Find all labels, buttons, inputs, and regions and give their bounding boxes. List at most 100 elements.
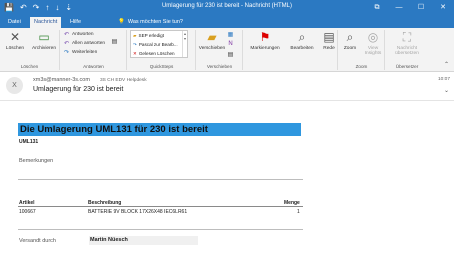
tell-me-box[interactable]: 💡 Was möchten Sie tun? <box>118 17 183 28</box>
view-insights-button[interactable]: ◎ View Insights <box>361 30 385 56</box>
flag-icon: ⚑ <box>259 30 271 44</box>
collapse-ribbon-icon[interactable]: ⌃ <box>444 61 449 68</box>
delete-button[interactable]: ✕ Löschen <box>1 30 29 51</box>
onenote-button[interactable]: N <box>227 41 234 47</box>
recipient[interactable]: 3S CH EDV Helpdesk <box>100 77 147 83</box>
row-quantity: 1 <box>297 209 300 215</box>
shipped-by-label: Versandt durch <box>19 238 56 244</box>
message-time: 10:07 <box>437 77 450 82</box>
reply-all-icon: ↶ <box>63 41 70 47</box>
tab-hilfe[interactable]: Hilfe <box>66 17 85 28</box>
speak-label: Rede <box>323 46 335 51</box>
row-article: 100667 <box>19 209 36 215</box>
archive-button[interactable]: ▭ Archivieren <box>28 30 60 51</box>
row-description: BATTERIE 9V BLOCK 17X26X48 IEC6LR61 <box>88 209 188 215</box>
delete-icon: ✕ <box>9 30 21 44</box>
respond-group: ↶ Antworten ↶ Allen antworten ↷ Weiterle… <box>61 30 127 70</box>
reply-all-label: Allen antworten <box>72 41 106 46</box>
delete-label: Löschen <box>5 46 25 51</box>
edit-label: Bearbeiten <box>290 46 314 51</box>
quicksteps-group-label: QuickSteps <box>149 64 174 69</box>
sender-address[interactable]: xm3s@manner-3s.com <box>33 77 90 83</box>
reply-all-button[interactable]: ↶ Allen antworten <box>63 40 105 47</box>
ribbon: ✕ Löschen ▭ Archivieren Löschen ↶ Antwor… <box>0 28 454 72</box>
maximize-button[interactable]: ☐ <box>410 0 432 15</box>
remarks-label: Bemerkungen <box>19 158 54 164</box>
delete-group-label: Löschen <box>20 64 39 69</box>
move-group-label: Verschieben <box>206 64 233 69</box>
delete-icon: ✕ <box>133 51 137 56</box>
body-banner: Die Umlagerung UML131 für 230 ist bereit <box>18 123 301 136</box>
folder-move-icon: ▰ <box>207 30 217 44</box>
speak-button[interactable]: ▤ Rede <box>320 30 338 51</box>
rules-button[interactable]: ▦ <box>227 31 234 38</box>
quicksteps-group: ▰ SEP erledigt ↷ Pascal zur Bearb... ✕ G… <box>128 30 196 70</box>
quickstep-label: SEP erledigt <box>138 33 164 38</box>
translate-icon: ⛶ <box>402 30 412 44</box>
forward-icon: ↷ <box>133 42 137 47</box>
sender-line: xm3s@manner-3s.com 3S CH EDV Helpdesk <box>33 77 147 83</box>
translator-group-label: Übersetzer <box>395 64 419 69</box>
quickstep-label: Gelesen Löschen <box>138 51 175 56</box>
divider <box>18 229 303 230</box>
quickstep-item[interactable]: ✕ Gelesen Löschen <box>131 49 187 58</box>
more-respond-button[interactable]: ▤ <box>111 38 118 45</box>
speech-group: ▤ Rede <box>320 30 338 70</box>
reply-button[interactable]: ↶ Antworten <box>63 31 94 38</box>
onenote-icon: N <box>228 41 233 47</box>
move-button[interactable]: ▰ Verschieben <box>197 30 227 51</box>
quicksteps-scroll[interactable]: ▴ ▾ <box>182 31 187 57</box>
message-subject: Umlagerung für 230 ist bereit <box>33 86 124 93</box>
window-controls: ⧉ — ☐ ✕ <box>366 0 454 15</box>
reply-label: Antworten <box>72 32 94 37</box>
translate-label: Nachricht übersetzen <box>395 46 419 56</box>
tags-group: ⚑ Markierungen <box>244 30 284 70</box>
tab-nachricht[interactable]: Nachricht <box>30 17 62 28</box>
avatar: X <box>6 77 23 94</box>
title-bar: 💾 ↶ ↷ ↑ ↓ ⇣ Umlagerung für 230 ist berei… <box>0 0 454 15</box>
zoom-label: Zoom <box>343 46 357 51</box>
zoom-icon: ⌕ <box>346 30 354 44</box>
forward-label: Weiterleiten <box>72 50 98 55</box>
header-divider <box>18 206 303 207</box>
quickstep-item[interactable]: ▰ SEP erledigt <box>131 31 187 40</box>
minimize-button[interactable]: — <box>388 0 410 15</box>
message-body: Die Umlagerung UML131 für 230 ist bereit… <box>0 100 454 256</box>
forward-button[interactable]: ↷ Weiterleiten <box>63 49 97 56</box>
tags-button[interactable]: ⚑ Markierungen <box>246 30 284 51</box>
close-button[interactable]: ✕ <box>432 0 454 15</box>
edit-group: ⌕ Bearbeiten <box>285 30 319 70</box>
zoom-button[interactable]: ⌕ Zoom <box>340 30 360 51</box>
folder-icon: ▰ <box>133 33 137 38</box>
move-label: Verschieben <box>198 46 226 51</box>
more-respond-icon: ▤ <box>111 39 118 45</box>
tags-label: Markierungen <box>250 46 280 51</box>
transfer-code: UML131 <box>19 139 39 145</box>
tell-me-label: Was möchten Sie tun? <box>127 19 183 25</box>
respond-group-label: Antworten <box>83 64 104 69</box>
reply-icon: ↶ <box>63 32 70 38</box>
insights-icon: ◎ <box>367 30 379 44</box>
view-insights-label: View Insights <box>364 46 382 56</box>
divider <box>18 179 303 180</box>
delete-group: ✕ Löschen ▭ Archivieren Löschen <box>0 30 60 70</box>
actions-icon: ▤ <box>227 52 234 58</box>
ribbon-display-options-icon[interactable]: ⧉ <box>366 0 388 15</box>
quickstep-item[interactable]: ↷ Pascal zur Bearb... <box>131 40 187 49</box>
zoom-group: ⌕ Zoom ◎ View Insights Zoom <box>339 30 385 70</box>
tab-datei[interactable]: Datei <box>4 17 25 28</box>
expand-header-icon[interactable]: ⌄ <box>444 87 449 94</box>
speaker-icon: ▤ <box>323 30 335 44</box>
quicksteps-gallery: ▰ SEP erledigt ↷ Pascal zur Bearb... ✕ G… <box>130 30 188 58</box>
translator-group: ⛶ Nachricht übersetzen Übersetzer <box>386 30 428 70</box>
forward-icon: ↷ <box>63 50 70 56</box>
archive-icon: ▭ <box>38 30 50 44</box>
translate-button[interactable]: ⛶ Nachricht übersetzen <box>388 30 426 56</box>
quickstep-label: Pascal zur Bearb... <box>138 42 178 47</box>
shipped-by-value: Martin Nüesch <box>89 236 198 245</box>
actions-button[interactable]: ▤ <box>227 51 234 58</box>
move-group: ▰ Verschieben ▦ N ▤ Verschieben <box>197 30 243 70</box>
rules-icon: ▦ <box>227 32 234 38</box>
edit-button[interactable]: ⌕ Bearbeiten <box>287 30 317 51</box>
zoom-group-label: Zoom <box>355 64 368 69</box>
